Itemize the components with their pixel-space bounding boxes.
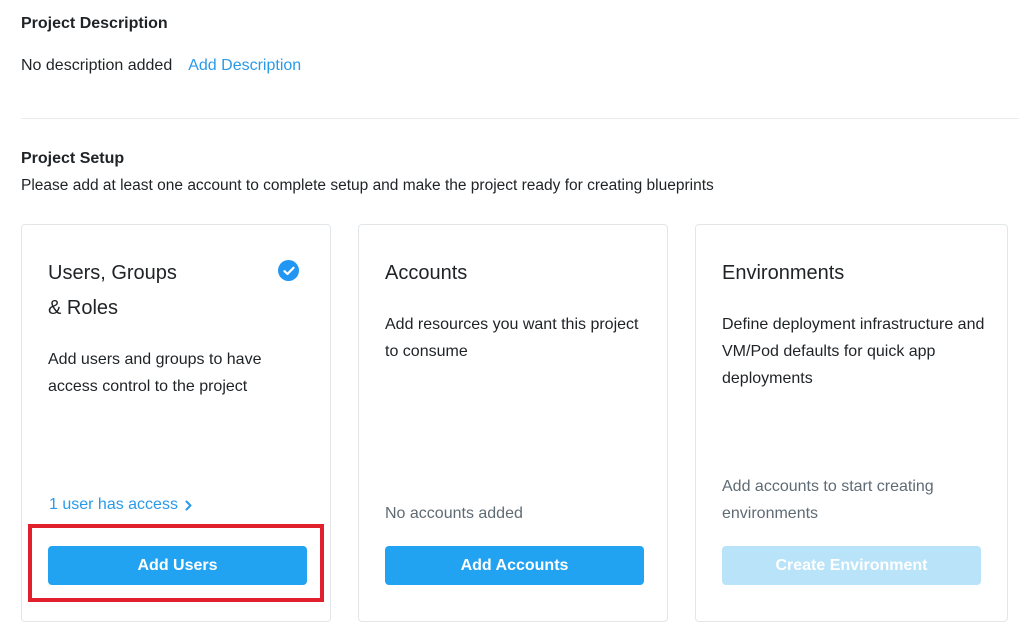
card-title: Accounts bbox=[385, 262, 468, 284]
description-row: No description added Add Description bbox=[21, 57, 301, 75]
project-setup-subtitle: Please add at least one account to compl… bbox=[21, 177, 714, 194]
project-description-heading: Project Description bbox=[21, 15, 168, 32]
card-description: Add users and groups to have access cont… bbox=[48, 351, 262, 395]
card-title-line1: Users, Groups bbox=[48, 262, 177, 284]
no-description-text: No description added bbox=[21, 57, 173, 74]
environments-card: Environments Define deployment infrastru… bbox=[695, 224, 1008, 622]
card-description: Define deployment infrastructure and VM/… bbox=[722, 316, 985, 387]
card-title: Users, Groups & Roles bbox=[48, 256, 248, 326]
card-description: Add resources you want this project to c… bbox=[385, 316, 639, 360]
section-divider bbox=[21, 118, 1019, 119]
add-users-button[interactable]: Add Users bbox=[48, 546, 307, 585]
chevron-right-icon bbox=[185, 500, 192, 511]
accounts-status-text: No accounts added bbox=[385, 505, 523, 522]
card-title-line2: & Roles bbox=[48, 297, 119, 319]
project-setup-heading: Project Setup bbox=[21, 150, 125, 167]
check-circle-icon bbox=[278, 260, 299, 281]
add-accounts-button[interactable]: Add Accounts bbox=[385, 546, 644, 585]
users-groups-roles-card: Users, Groups & Roles Add users and grou… bbox=[21, 224, 331, 622]
user-access-text: 1 user has access bbox=[49, 496, 178, 513]
add-description-link[interactable]: Add Description bbox=[188, 57, 301, 75]
accounts-card: Accounts Add resources you want this pro… bbox=[358, 224, 668, 622]
user-access-link[interactable]: 1 user has access bbox=[49, 496, 192, 514]
environments-status-text: Add accounts to start creating environme… bbox=[722, 478, 934, 522]
card-title: Environments bbox=[722, 262, 845, 284]
create-environment-button[interactable]: Create Environment bbox=[722, 546, 981, 585]
